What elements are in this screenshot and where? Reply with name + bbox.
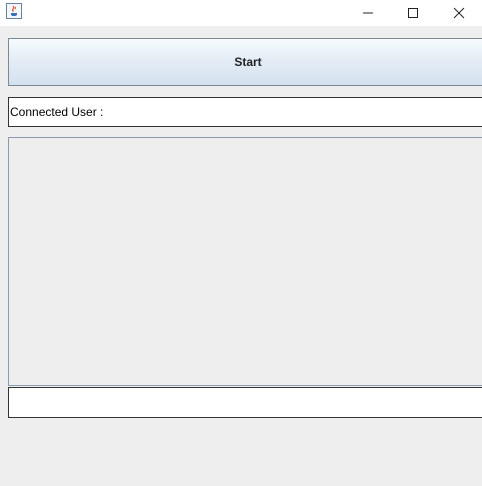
message-area[interactable] (8, 137, 482, 386)
java-cup-icon (6, 3, 22, 19)
title-bar (0, 0, 482, 26)
minimize-button[interactable] (345, 0, 391, 26)
close-icon (453, 7, 465, 19)
start-button[interactable]: Start (8, 38, 482, 86)
maximize-icon (408, 8, 418, 18)
connected-user-field[interactable]: Connected User : (8, 97, 482, 127)
connected-user-label: Connected User : (10, 105, 104, 119)
start-button-label: Start (234, 55, 262, 69)
close-button[interactable] (436, 0, 482, 26)
message-input[interactable] (8, 387, 482, 418)
maximize-button[interactable] (390, 0, 436, 26)
minimize-icon (363, 12, 373, 14)
